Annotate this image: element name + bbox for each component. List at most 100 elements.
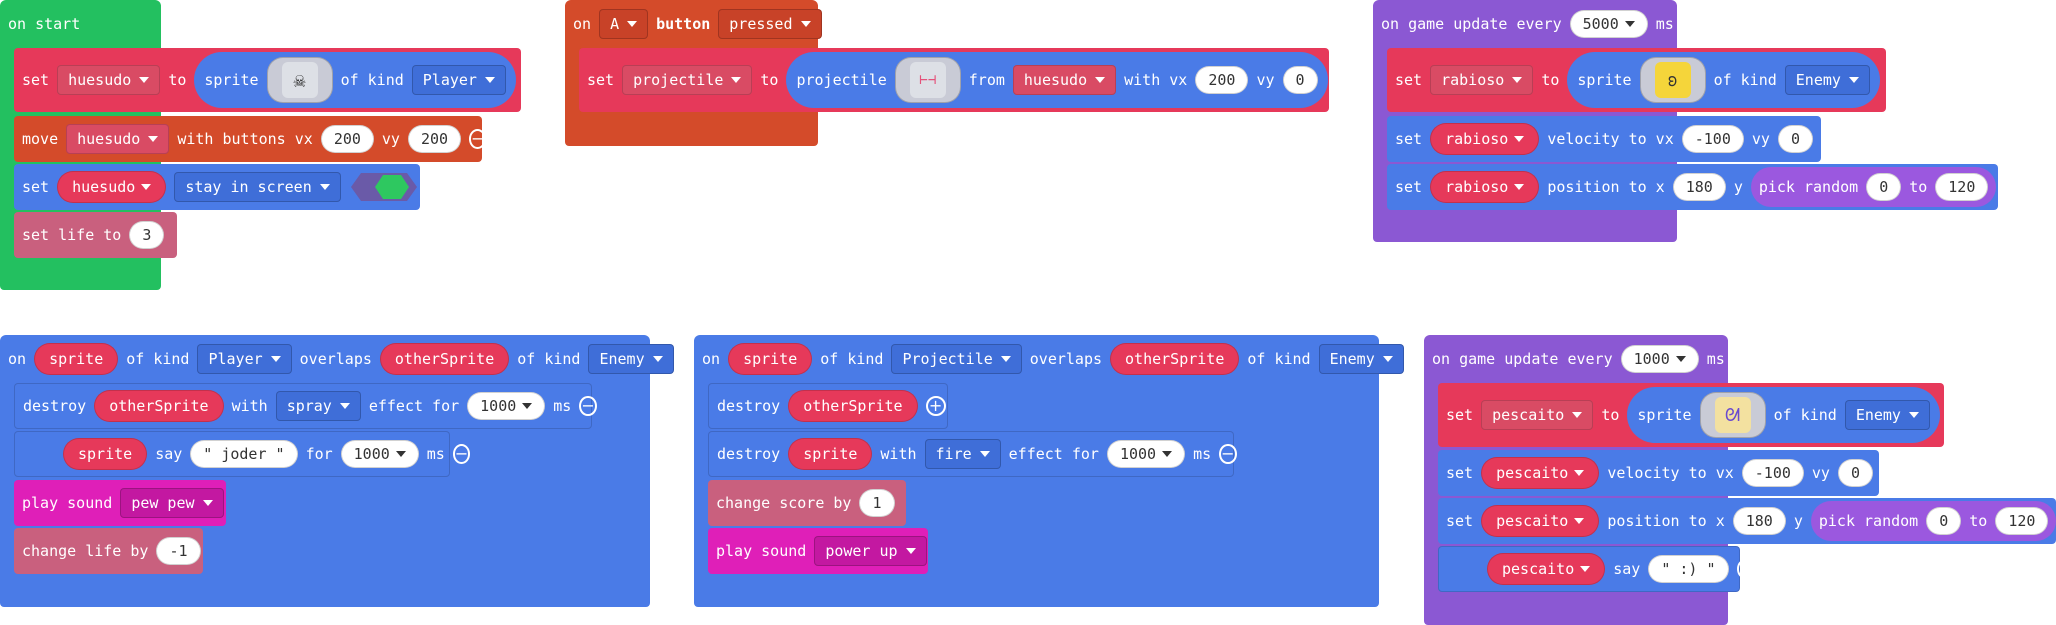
collapse-minus-icon[interactable]: − [1219, 444, 1237, 464]
kind-dropdown-player[interactable]: Player [197, 344, 292, 374]
create-sprite-reporter[interactable]: sprite ᘛ of kind Enemy [1627, 387, 1940, 443]
collapse-minus-icon[interactable]: − [452, 444, 471, 464]
var-dropdown-projectile[interactable]: projectile [622, 65, 753, 95]
random-to-input[interactable]: 120 [1935, 173, 1989, 201]
change-life-block[interactable]: change life by -1 [14, 528, 203, 574]
say-text-input[interactable]: " :) " [1648, 555, 1729, 583]
kind-dropdown-enemy[interactable]: Enemy [588, 344, 674, 374]
var-dropdown-huesudo[interactable]: huesudo [1012, 65, 1117, 95]
random-from-input[interactable]: 0 [1926, 507, 1962, 535]
sprite-image-picker[interactable]: ʚ [1639, 57, 1706, 103]
button-dropdown-a[interactable]: A [599, 9, 649, 39]
set-stay-in-screen-block[interactable]: set huesudo stay in screen [14, 164, 420, 210]
var-dropdown-pescaito[interactable]: pescaito [1487, 553, 1606, 585]
sprite-say-block[interactable]: sprite say " joder " for 1000 ms − [14, 431, 471, 477]
change-score-block[interactable]: change score by 1 [708, 480, 906, 526]
x-input[interactable]: 180 [1672, 173, 1726, 201]
set-rabioso-position-block[interactable]: set rabioso position to x 180 y pick ran… [1387, 164, 1998, 210]
destroy-othersprite-block[interactable]: destroy otherSprite with spray effect fo… [14, 383, 597, 429]
kind-dropdown-projectile[interactable]: Projectile [891, 344, 1022, 374]
var-dropdown-rabioso[interactable]: rabioso [1430, 123, 1540, 155]
var-dropdown-sprite[interactable]: sprite [34, 343, 119, 375]
interval-dropdown[interactable]: 1000 [1620, 345, 1699, 373]
set-label: set [1446, 464, 1474, 482]
random-from-input[interactable]: 0 [1866, 173, 1902, 201]
score-delta-input[interactable]: 1 [859, 489, 895, 517]
var-dropdown-pescaito[interactable]: pescaito [1481, 505, 1600, 537]
set-pescaito-velocity-block[interactable]: set pescaito velocity to vx -100 vy 0 [1438, 450, 1879, 496]
vx-input[interactable]: 200 [320, 125, 374, 153]
collapse-minus-icon[interactable]: − [579, 396, 597, 416]
set-huesudo-sprite-block[interactable]: set huesudo to sprite ☠ of kind Player [14, 48, 521, 112]
set-life-block[interactable]: set life to 3 [14, 212, 177, 258]
vy-input[interactable]: 0 [1837, 459, 1873, 487]
play-sound-block[interactable]: play sound pew pew [14, 480, 226, 526]
sound-dropdown[interactable]: pew pew [120, 488, 224, 518]
flag-dropdown-stay-in-screen[interactable]: stay in screen [174, 172, 341, 202]
set-projectile-block[interactable]: set projectile to projectile ⊢⊣ from hue… [579, 48, 1329, 112]
var-dropdown-othersprite[interactable]: otherSprite [94, 390, 224, 422]
vx-input[interactable]: 200 [1195, 66, 1249, 94]
projectile-image-picker[interactable]: ⊢⊣ [894, 57, 961, 103]
collapse-minus-icon[interactable]: − [469, 129, 487, 149]
overlaps-label: overlaps [299, 350, 372, 368]
kind-dropdown-enemy[interactable]: Enemy [1318, 344, 1404, 374]
var-dropdown-rabioso[interactable]: rabioso [1430, 171, 1540, 203]
sprite-image-picker[interactable]: ☠ [266, 57, 333, 103]
say-duration-dropdown[interactable]: 1000 [340, 440, 419, 468]
pick-random-reporter[interactable]: pick random 0 to 120 [1810, 501, 2056, 541]
vy-input[interactable]: 200 [407, 125, 462, 153]
move-with-buttons-block[interactable]: move huesudo with buttons vx 200 vy 200 … [14, 116, 487, 162]
kind-dropdown-enemy[interactable]: Enemy [1784, 65, 1870, 95]
vx-input[interactable]: -100 [1741, 459, 1804, 487]
life-delta-input[interactable]: -1 [156, 537, 201, 565]
duration-dropdown[interactable]: 1000 [1106, 440, 1186, 468]
destroy-othersprite-block[interactable]: destroy otherSprite + [708, 383, 948, 429]
vx-input[interactable]: -100 [1681, 125, 1744, 153]
var-dropdown-sprite[interactable]: sprite [728, 343, 813, 375]
var-dropdown-othersprite[interactable]: otherSprite [788, 390, 918, 422]
random-to-input[interactable]: 120 [1995, 507, 2049, 535]
vy-input[interactable]: 0 [1777, 125, 1813, 153]
effect-dropdown-fire[interactable]: fire [924, 439, 1001, 469]
set-pescaito-position-block[interactable]: set pescaito position to x 180 y pick ra… [1438, 498, 2056, 544]
projectile-from-reporter[interactable]: projectile ⊢⊣ from huesudo with vx 200 v… [786, 52, 1328, 108]
var-dropdown-sprite[interactable]: sprite [63, 438, 148, 470]
to-label: to [168, 71, 187, 89]
kind-dropdown-player[interactable]: Player [411, 65, 506, 95]
pick-random-reporter[interactable]: pick random 0 to 120 [1750, 167, 1997, 207]
expand-plus-icon[interactable]: + [925, 396, 946, 416]
vy-input[interactable]: 0 [1282, 66, 1318, 94]
event-dropdown-pressed[interactable]: pressed [718, 9, 822, 39]
destroy-sprite-block[interactable]: destroy sprite with fire effect for 1000… [708, 431, 1237, 477]
expand-plus-icon[interactable]: + [1736, 559, 1754, 579]
var-dropdown-rabioso[interactable]: rabioso [1430, 65, 1534, 95]
effect-dropdown-spray[interactable]: spray [275, 391, 361, 421]
on-off-toggle[interactable] [349, 171, 419, 203]
duration-dropdown[interactable]: 1000 [467, 392, 546, 420]
set-label: set [1395, 71, 1423, 89]
chevron-down-icon [1574, 470, 1585, 476]
say-text-input[interactable]: " joder " [190, 440, 298, 468]
set-pescaito-sprite-block[interactable]: set pescaito to sprite ᘛ of kind Enemy [1438, 383, 1944, 447]
set-rabioso-sprite-block[interactable]: set rabioso to sprite ʚ of kind Enemy [1387, 48, 1886, 112]
var-dropdown-huesudo[interactable]: huesudo [66, 124, 170, 154]
create-sprite-reporter[interactable]: sprite ʚ of kind Enemy [1567, 52, 1880, 108]
sprite-image-picker[interactable]: ᘛ [1699, 392, 1766, 438]
var-dropdown-othersprite[interactable]: otherSprite [1110, 343, 1240, 375]
kind-dropdown-enemy[interactable]: Enemy [1844, 400, 1930, 430]
create-sprite-reporter[interactable]: sprite ☠ of kind Player [194, 52, 516, 108]
var-dropdown-othersprite[interactable]: otherSprite [379, 343, 510, 375]
var-dropdown-pescaito[interactable]: pescaito [1481, 400, 1594, 430]
pescaito-say-block[interactable]: pescaito say " :) " + [1438, 546, 1754, 592]
set-rabioso-velocity-block[interactable]: set rabioso velocity to vx -100 vy 0 [1387, 116, 1821, 162]
var-dropdown-huesudo[interactable]: huesudo [57, 65, 161, 95]
var-dropdown-huesudo[interactable]: huesudo [57, 171, 167, 203]
play-sound-block[interactable]: play sound power up [708, 528, 928, 574]
x-input[interactable]: 180 [1732, 507, 1786, 535]
interval-dropdown[interactable]: 5000 [1569, 10, 1648, 38]
life-input[interactable]: 3 [129, 221, 165, 249]
sound-dropdown[interactable]: power up [814, 536, 927, 566]
var-dropdown-sprite[interactable]: sprite [788, 438, 873, 470]
var-dropdown-pescaito[interactable]: pescaito [1481, 457, 1600, 489]
